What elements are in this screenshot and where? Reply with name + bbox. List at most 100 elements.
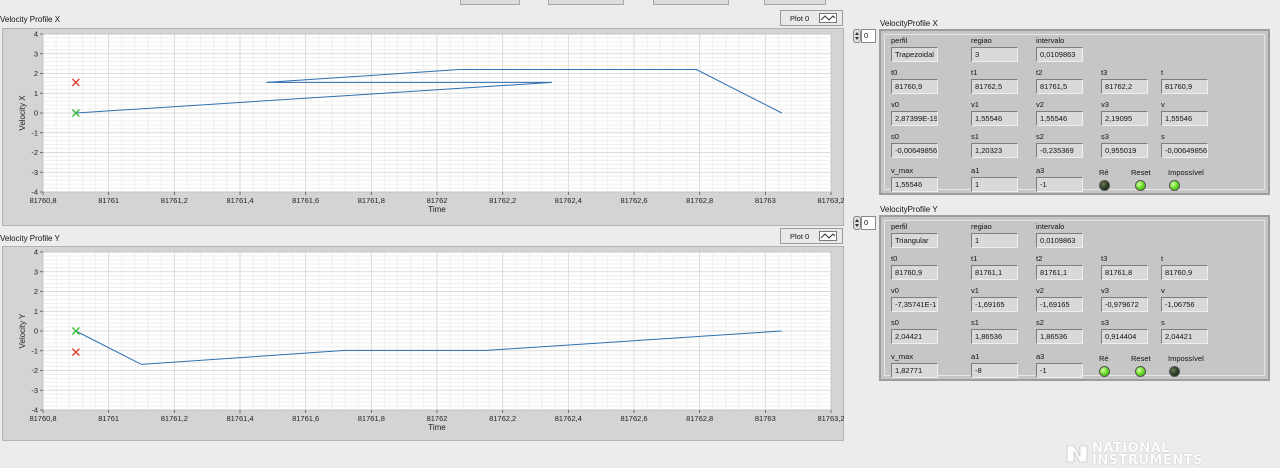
y-tick-label: 2 bbox=[34, 69, 38, 78]
profile-x-s0-label: s0 bbox=[891, 132, 899, 141]
profile-x-a1-value: 1 bbox=[971, 177, 1018, 192]
x-axis-label: Time bbox=[428, 423, 446, 432]
profile-y-cluster: perfil Triangular regiao 1 intervalo 0,010986… bbox=[879, 215, 1270, 381]
profile-x-index-control[interactable]: 0 bbox=[853, 29, 876, 43]
profile-y-v3-label: v3 bbox=[1101, 286, 1109, 295]
toolbar-button-1[interactable] bbox=[460, 0, 520, 5]
profile-y-re-led bbox=[1099, 366, 1110, 377]
national-instruments-logo: NATIONAL INSTRUMENTS bbox=[1062, 440, 1202, 468]
x-tick-label: 81761,8 bbox=[358, 196, 385, 205]
profile-x-t-label: t bbox=[1161, 68, 1164, 77]
profile-y-re-label: Ré bbox=[1099, 354, 1109, 363]
y-tick-label: 4 bbox=[34, 30, 38, 39]
profile-x-v1-label: v1 bbox=[971, 100, 979, 109]
profile-x-v2-label: v2 bbox=[1036, 100, 1044, 109]
profile-x-v2-value: 1,55546 bbox=[1036, 111, 1083, 126]
profile-x-intervalo-label: intervalo bbox=[1036, 36, 1065, 45]
profile-x-cluster: perfil Trapezoidal regiao 3 intervalo 0,01098… bbox=[879, 29, 1270, 195]
profile-x-t0-label: t0 bbox=[891, 68, 898, 77]
profile-y-regiao-label: regiao bbox=[971, 222, 992, 231]
x-tick-label: 81762,8 bbox=[686, 414, 713, 423]
x-tick-label: 81761,2 bbox=[161, 414, 188, 423]
profile-x-reset-led bbox=[1135, 180, 1146, 191]
profile-y-v1-value: -1,69165 bbox=[971, 297, 1018, 312]
profile-x-s1-value: 1,20323 bbox=[971, 143, 1018, 158]
plot-line-style-icon bbox=[819, 231, 837, 241]
profile-x-t-value: 81760,9 bbox=[1161, 79, 1208, 94]
plot-legend-label: Plot 0 bbox=[790, 14, 810, 23]
profile-x-t0-value: 81760,9 bbox=[891, 79, 938, 94]
profile-y-t0-label: t0 bbox=[891, 254, 898, 263]
y-tick-label: 3 bbox=[34, 49, 38, 58]
y-tick-label: -4 bbox=[31, 406, 38, 415]
y-tick-label: -2 bbox=[31, 366, 38, 375]
chart-x-plot-legend[interactable]: Plot 0 bbox=[780, 10, 843, 26]
x-axis-label: Time bbox=[428, 205, 446, 214]
profile-y-t2-value: 81761,1 bbox=[1036, 265, 1083, 280]
y-tick-label: -2 bbox=[31, 148, 38, 157]
profile-y-t1-label: t1 bbox=[971, 254, 978, 263]
profile-y-v-label: v bbox=[1161, 286, 1165, 295]
profile-x-s2-label: s2 bbox=[1036, 132, 1044, 141]
toolbar-button-3[interactable] bbox=[653, 0, 729, 5]
y-tick-label: -3 bbox=[31, 386, 38, 395]
y-tick-label: 2 bbox=[34, 287, 38, 296]
toolbar-button-2[interactable] bbox=[548, 0, 624, 5]
profile-x-regiao-label: regiao bbox=[971, 36, 992, 45]
profile-y-s2-value: 1,86536 bbox=[1036, 329, 1083, 344]
profile-y-impossivel-led bbox=[1169, 366, 1180, 377]
increment-decrement-arrows-icon[interactable] bbox=[853, 29, 861, 43]
profile-y-s3-label: s3 bbox=[1101, 318, 1109, 327]
profile-y-s-value: 2,04421 bbox=[1161, 329, 1208, 344]
x-tick-label: 81760,8 bbox=[29, 414, 56, 423]
x-tick-label: 81761,8 bbox=[358, 414, 385, 423]
profile-y-t-label: t bbox=[1161, 254, 1164, 263]
profile-x-s0-value: -0,00649856 bbox=[891, 143, 938, 158]
profile-y-vmax-label: v_max bbox=[891, 352, 914, 361]
y-axis-label: Velocity Y bbox=[18, 313, 27, 349]
profile-y-v0-label: v0 bbox=[891, 286, 899, 295]
profile-x-v0-value: 2,87399E-19 bbox=[891, 111, 938, 126]
profile-x-regiao-value: 3 bbox=[971, 47, 1018, 62]
profile-y-title: VelocityProfile Y bbox=[880, 205, 938, 214]
x-tick-label: 81760,8 bbox=[29, 196, 56, 205]
profile-x-impossivel-label: Impossível bbox=[1168, 168, 1204, 177]
profile-x-re-label: Ré bbox=[1099, 168, 1109, 177]
chart-y-plot[interactable]: 81760,8 81761 81761,2 81761,4 81761,6 81761,8… bbox=[2, 246, 844, 441]
profile-y-v-value: -1,06756 bbox=[1161, 297, 1208, 312]
profile-x-impossivel-led bbox=[1169, 180, 1180, 191]
profile-y-reset-led bbox=[1135, 366, 1146, 377]
x-tick-label: 81761,4 bbox=[226, 196, 253, 205]
profile-y-intervalo-value: 0,0109863 bbox=[1036, 233, 1083, 248]
profile-x-v3-value: 2,19095 bbox=[1101, 111, 1148, 126]
x-tick-label: 81763,2 bbox=[817, 196, 844, 205]
x-tick-label: 81762,6 bbox=[620, 196, 647, 205]
profile-y-s0-value: 2,04421 bbox=[891, 329, 938, 344]
toolbar-button-4[interactable] bbox=[764, 0, 826, 5]
chart-x-plot[interactable]: 81760,8 81761 81761,2 81761,4 81761,6 81761,8… bbox=[2, 28, 844, 226]
x-tick-label: 81761,4 bbox=[226, 414, 253, 423]
increment-decrement-arrows-icon[interactable] bbox=[853, 216, 861, 230]
profile-y-a1-value: -8 bbox=[971, 363, 1018, 378]
chart-y-plot-legend[interactable]: Plot 0 bbox=[780, 228, 843, 244]
x-tick-label: 81763 bbox=[755, 414, 776, 423]
profile-x-vmax-label: v_max bbox=[891, 166, 914, 175]
x-tick-label: 81762,2 bbox=[489, 414, 516, 423]
profile-x-s-label: s bbox=[1161, 132, 1165, 141]
profile-y-index-value[interactable]: 0 bbox=[861, 216, 876, 230]
x-tick-label: 81762,4 bbox=[555, 414, 582, 423]
profile-y-perfil-label: perfil bbox=[891, 222, 908, 231]
profile-x-t1-label: t1 bbox=[971, 68, 978, 77]
profile-y-a1-label: a1 bbox=[971, 352, 980, 361]
profile-x-a3-label: a3 bbox=[1036, 166, 1045, 175]
profile-y-reset-label: Reset bbox=[1131, 354, 1151, 363]
profile-x-t3-label: t3 bbox=[1101, 68, 1108, 77]
y-tick-label: 3 bbox=[34, 267, 38, 276]
y-tick-label: -1 bbox=[31, 128, 38, 137]
profile-x-index-value[interactable]: 0 bbox=[861, 29, 876, 43]
profile-y-a3-value: -1 bbox=[1036, 363, 1083, 378]
profile-y-index-control[interactable]: 0 bbox=[853, 216, 876, 230]
chart-x-title: Velocity Profile X bbox=[0, 15, 61, 24]
profile-y-v0-value: -7,35741E-17 bbox=[891, 297, 938, 312]
profile-y-s3-value: 0,914404 bbox=[1101, 329, 1148, 344]
